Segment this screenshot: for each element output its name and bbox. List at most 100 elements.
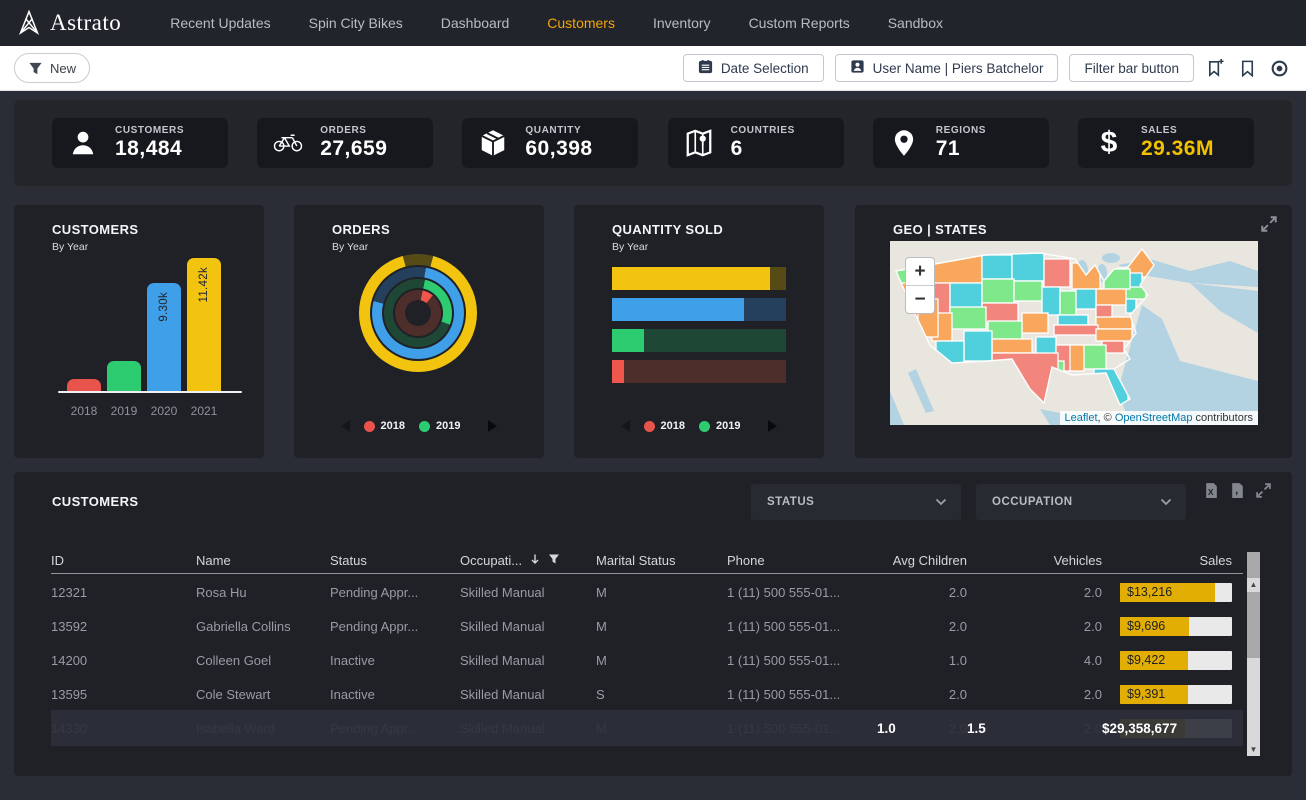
- expand-icon[interactable]: [1260, 215, 1278, 238]
- nav-item-recent-updates[interactable]: Recent Updates: [151, 15, 289, 31]
- nav-item-customers[interactable]: Customers: [528, 15, 634, 31]
- quantity-bar-fill: [612, 329, 644, 352]
- scroll-down-icon[interactable]: ▼: [1247, 746, 1260, 754]
- kpi-label: ORDERS: [320, 125, 387, 136]
- column-header-phone[interactable]: Phone: [727, 553, 877, 568]
- bar-2021[interactable]: 11.42k: [187, 258, 221, 392]
- nav-item-dashboard[interactable]: Dashboard: [422, 15, 529, 31]
- legend-next-icon[interactable]: [768, 420, 777, 432]
- x-tick-label: 2018: [67, 404, 101, 418]
- quantity-bar-2021[interactable]: [612, 267, 786, 290]
- kpi-value: 6: [731, 137, 795, 161]
- cell-avg-children: 1.0: [877, 653, 967, 668]
- expand-icon[interactable]: [1255, 482, 1272, 499]
- column-header-sales[interactable]: Sales: [1102, 553, 1232, 568]
- legend-prev-icon[interactable]: [341, 420, 350, 432]
- cell-status: Pending Appr...: [330, 585, 460, 600]
- cell-occupation: Skilled Manual: [460, 619, 596, 634]
- status-filter-dropdown[interactable]: STATUS: [751, 484, 961, 520]
- export-csv-icon[interactable]: ,: [1229, 482, 1246, 499]
- quantity-bar-2020[interactable]: [612, 298, 786, 321]
- quantity-bar-2019[interactable]: [612, 329, 786, 352]
- x-tick-label: 2020: [147, 404, 181, 418]
- quantity-bar-2018[interactable]: [612, 360, 786, 383]
- scrollbar-thumb[interactable]: [1247, 592, 1260, 658]
- cell-marital: S: [596, 687, 727, 702]
- date-selection-button[interactable]: Date Selection: [683, 54, 824, 82]
- legend-prev-icon[interactable]: [621, 420, 630, 432]
- brand[interactable]: Astrato: [16, 10, 121, 36]
- cell-sales: $13,216: [1102, 583, 1232, 602]
- kpi-card-customers: CUSTOMERS18,484: [52, 118, 228, 168]
- geo-title: GEO | STATES: [893, 222, 987, 237]
- table-scrollbar[interactable]: ▲ ▼: [1247, 552, 1260, 756]
- user-name-piers-batchelor-button[interactable]: User Name | Piers Batchelor: [835, 54, 1059, 82]
- quantity-chart-subtitle: By Year: [612, 241, 648, 253]
- legend-item-2018[interactable]: 2018: [644, 420, 685, 432]
- sales-bar: $9,391: [1120, 685, 1232, 704]
- brand-name: Astrato: [50, 10, 121, 36]
- new-filter-button[interactable]: New: [14, 53, 90, 83]
- column-header-maritalstatus[interactable]: Marital Status: [596, 553, 727, 568]
- bar-2020[interactable]: 9.30k: [147, 283, 181, 392]
- cell-phone: 1 (11) 500 555-01...: [727, 619, 877, 634]
- cell-avg-children: 2.0: [877, 619, 967, 634]
- cell-sales: $9,696: [1102, 617, 1232, 636]
- kpi-card-orders: ORDERS27,659: [257, 118, 433, 168]
- quantity-bar-fill: [612, 298, 744, 321]
- nav-item-spin-city-bikes[interactable]: Spin City Bikes: [290, 15, 422, 31]
- map-zoom-out-button[interactable]: −: [906, 286, 934, 313]
- table-row[interactable]: 14200Colleen GoelInactiveSkilled ManualM…: [51, 643, 1232, 677]
- column-header-vehicles[interactable]: Vehicles: [967, 553, 1102, 568]
- legend-next-icon[interactable]: [488, 420, 497, 432]
- filter-bar-button-button[interactable]: Filter bar button: [1069, 54, 1194, 82]
- kpi-text: REGIONS71: [936, 125, 986, 161]
- sales-bar: $9,422: [1120, 651, 1232, 670]
- nav-item-inventory[interactable]: Inventory: [634, 15, 730, 31]
- totals-vehicles: 1.5: [967, 721, 1102, 736]
- legend-item-2019[interactable]: 2019: [419, 420, 460, 432]
- nav-item-sandbox[interactable]: Sandbox: [869, 15, 962, 31]
- sales-value: $9,422: [1127, 653, 1165, 667]
- table-row[interactable]: 13592Gabriella CollinsPending Appr...Ski…: [51, 609, 1232, 643]
- us-choropleth: [890, 241, 1258, 425]
- column-header-avgchildren[interactable]: Avg Children: [877, 553, 967, 568]
- nav-item-custom-reports[interactable]: Custom Reports: [730, 15, 869, 31]
- toolbar-right: Date Selection User Name | Piers Batchelo…: [683, 54, 1290, 82]
- leaflet-link[interactable]: Leaflet: [1065, 412, 1098, 424]
- kpi-panel: CUSTOMERS18,484ORDERS27,659QUANTITY60,39…: [14, 100, 1292, 186]
- legend-item-2019[interactable]: 2019: [699, 420, 740, 432]
- svg-text:X: X: [1208, 487, 1214, 497]
- quantity-chart-panel: QUANTITY SOLD By Year 20182019: [574, 205, 824, 458]
- cell-id: 14200: [51, 653, 196, 668]
- dollar-icon: $: [1093, 127, 1125, 159]
- column-header-id[interactable]: ID: [51, 553, 196, 568]
- cell-vehicles: 2.0: [967, 619, 1102, 634]
- occupation-filter-label: OCCUPATION: [992, 496, 1073, 508]
- occupation-filter-dropdown[interactable]: OCCUPATION: [976, 484, 1186, 520]
- kpi-text: COUNTRIES6: [731, 125, 795, 161]
- quantity-bar-fill: [612, 267, 770, 290]
- legend-label: 2019: [716, 420, 740, 432]
- calendar-icon: [698, 59, 713, 77]
- bookmark-icon[interactable]: [1237, 58, 1258, 79]
- bar-2019[interactable]: [107, 361, 141, 392]
- column-header-status[interactable]: Status: [330, 553, 460, 568]
- eye-icon[interactable]: [1269, 58, 1290, 79]
- scroll-up-icon[interactable]: ▲: [1247, 581, 1260, 589]
- customers-chart-title: CUSTOMERS: [52, 222, 138, 237]
- openstreetmap-link[interactable]: OpenStreetMap: [1115, 412, 1193, 424]
- legend-item-2018[interactable]: 2018: [364, 420, 405, 432]
- column-header-name[interactable]: Name: [196, 553, 330, 568]
- bookmark-add-icon[interactable]: [1205, 58, 1226, 79]
- cell-phone: 1 (11) 500 555-01...: [727, 653, 877, 668]
- table-row[interactable]: 12321Rosa HuPending Appr...Skilled Manua…: [51, 575, 1232, 609]
- pin-icon: [888, 127, 920, 159]
- table-row[interactable]: 13595Cole StewartInactiveSkilled ManualS…: [51, 677, 1232, 711]
- map-zoom-in-button[interactable]: +: [906, 258, 934, 286]
- orders-chart-subtitle: By Year: [332, 241, 368, 253]
- column-header-occupati[interactable]: Occupati...: [460, 553, 596, 568]
- us-map[interactable]: + − Leaflet, © OpenStreetMap contributor…: [890, 241, 1258, 425]
- export-excel-icon[interactable]: X: [1203, 482, 1220, 499]
- kpi-value: 71: [936, 137, 986, 161]
